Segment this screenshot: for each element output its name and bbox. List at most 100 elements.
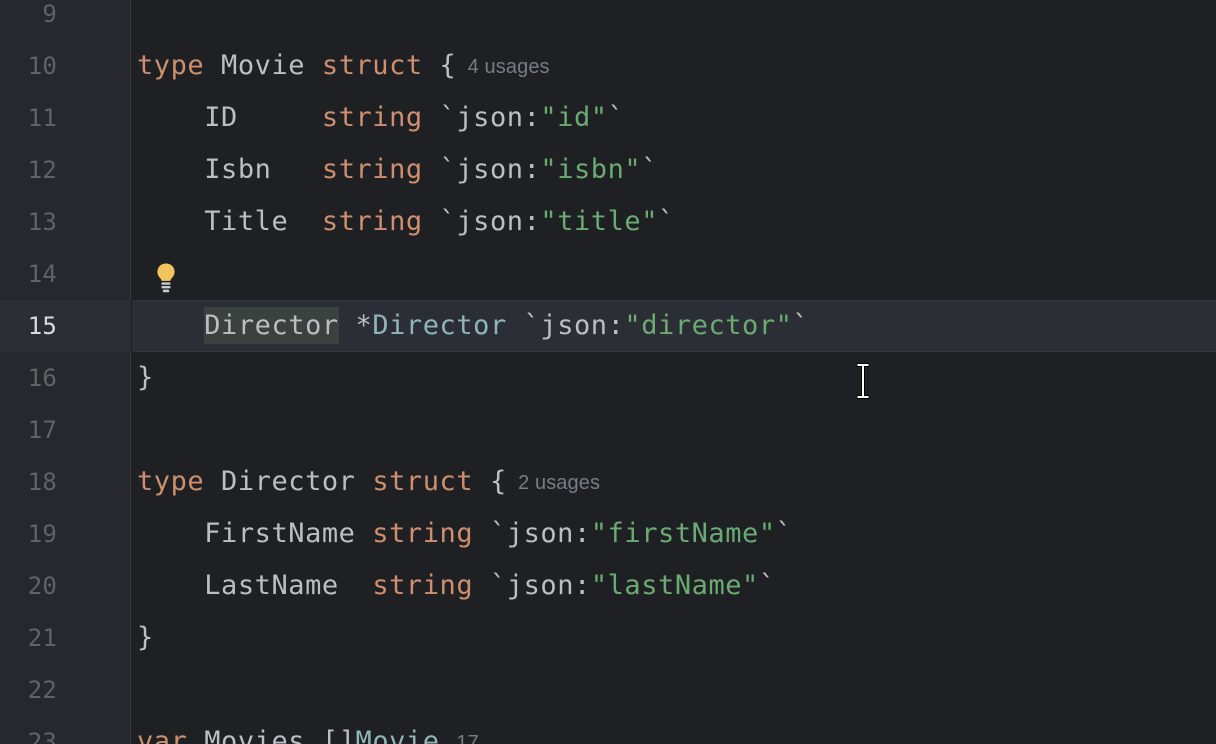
editor-text-area[interactable]: type Movie struct { 4 usages ID string `… <box>132 0 1216 744</box>
code-token: "id" <box>540 102 607 133</box>
line-number: 23 <box>28 716 57 744</box>
code-token: "firstName" <box>591 518 776 549</box>
line-number: 11 <box>28 92 57 144</box>
code-token: "lastName" <box>591 570 759 601</box>
gutter-line-21[interactable]: 21 <box>0 612 131 664</box>
code-token: LastName <box>204 570 338 601</box>
editor-gutter[interactable]: 91011121314151617181920212223 <box>0 0 131 744</box>
line-number: 21 <box>28 612 57 664</box>
code-token: `json: <box>440 102 541 133</box>
code-token: Title <box>204 206 288 237</box>
line-number: 10 <box>28 40 57 92</box>
code-token: struct <box>322 50 423 81</box>
code-line-23[interactable]: var Movies []Movie 17 <box>132 716 1216 744</box>
code-line-20[interactable]: LastName string `json:"lastName"` <box>132 560 1216 612</box>
code-token <box>137 154 204 185</box>
code-token: ` <box>759 570 776 601</box>
usages-inlay-hint[interactable]: 4 usages <box>456 56 549 78</box>
code-token: [] <box>322 726 356 744</box>
usages-inlay-hint[interactable]: 2 usages <box>507 472 600 494</box>
line-number: 20 <box>28 560 57 612</box>
line-number: 17 <box>28 404 57 456</box>
line-number: 19 <box>28 508 57 560</box>
code-token <box>423 50 440 81</box>
code-text: FirstName string `json:"firstName"` <box>137 508 792 560</box>
code-token <box>137 102 204 133</box>
identifier-highlight: Director <box>204 307 338 344</box>
code-line-16[interactable]: } <box>132 352 1216 404</box>
code-token <box>423 206 440 237</box>
code-token <box>187 726 204 744</box>
code-token: ` <box>776 518 793 549</box>
code-token <box>271 154 321 185</box>
text-ibeam-cursor <box>854 362 872 400</box>
code-text: Isbn string `json:"isbn"` <box>137 144 658 196</box>
gutter-line-20[interactable]: 20 <box>0 560 131 612</box>
gutter-line-16[interactable]: 16 <box>0 352 131 404</box>
code-token: `json: <box>524 310 625 341</box>
code-text: } <box>137 612 154 664</box>
gutter-line-15[interactable]: 15 <box>0 300 131 352</box>
code-token: Movie <box>356 726 440 744</box>
code-token <box>507 310 524 341</box>
code-line-13[interactable]: Title string `json:"title"` <box>132 196 1216 248</box>
gutter-line-19[interactable]: 19 <box>0 508 131 560</box>
code-token: struct <box>372 466 473 497</box>
code-line-10[interactable]: type Movie struct { 4 usages <box>132 40 1216 92</box>
code-token <box>423 154 440 185</box>
code-token: FirstName <box>204 518 355 549</box>
gutter-line-14[interactable]: 14 <box>0 248 131 300</box>
code-token <box>473 466 490 497</box>
code-line-15[interactable]: Director *Director `json:"director"` <box>132 300 1216 352</box>
code-token: "director" <box>624 310 792 341</box>
code-token <box>137 518 204 549</box>
code-token <box>204 50 221 81</box>
code-token: `json: <box>490 570 591 601</box>
line-number: 22 <box>28 664 57 716</box>
code-token <box>137 206 204 237</box>
usages-inlay-hint[interactable]: 17 <box>456 732 478 744</box>
code-token: string <box>322 154 423 185</box>
line-number: 9 <box>42 0 57 40</box>
code-text: LastName string `json:"lastName"` <box>137 560 776 612</box>
line-number: 14 <box>28 248 57 300</box>
gutter-line-17[interactable]: 17 <box>0 404 131 456</box>
gutter-line-18[interactable]: 18 <box>0 456 131 508</box>
code-token: string <box>372 518 473 549</box>
code-line-22[interactable] <box>132 664 1216 716</box>
code-token: { <box>490 466 507 497</box>
gutter-line-13[interactable]: 13 <box>0 196 131 248</box>
code-token: { <box>440 50 457 81</box>
code-token <box>137 570 204 601</box>
gutter-line-22[interactable]: 22 <box>0 664 131 716</box>
code-token: Director <box>221 466 355 497</box>
code-line-12[interactable]: Isbn string `json:"isbn"` <box>132 144 1216 196</box>
code-token: string <box>372 570 473 601</box>
code-text: type Movie struct { 4 usages <box>137 40 550 92</box>
lightbulb-intention-icon[interactable] <box>153 262 179 294</box>
gutter-line-10[interactable]: 10 <box>0 40 131 92</box>
code-token <box>440 726 457 744</box>
code-text: type Director struct { 2 usages <box>137 456 600 508</box>
code-editor[interactable]: 91011121314151617181920212223 type Movie… <box>0 0 1216 744</box>
code-line-17[interactable] <box>132 404 1216 456</box>
gutter-line-23[interactable]: 23 <box>0 716 131 744</box>
code-token: "title" <box>540 206 658 237</box>
code-line-21[interactable]: } <box>132 612 1216 664</box>
gutter-line-12[interactable]: 12 <box>0 144 131 196</box>
code-line-9[interactable] <box>132 0 1216 40</box>
code-line-19[interactable]: FirstName string `json:"firstName"` <box>132 508 1216 560</box>
code-line-11[interactable]: ID string `json:"id"` <box>132 92 1216 144</box>
gutter-line-9[interactable]: 9 <box>0 0 131 40</box>
code-text: var Movies []Movie 17 <box>137 716 479 744</box>
code-token: type <box>137 50 204 81</box>
code-token: } <box>137 622 154 653</box>
code-line-14[interactable] <box>132 248 1216 300</box>
gutter-line-11[interactable]: 11 <box>0 92 131 144</box>
code-token: var <box>137 726 187 744</box>
code-token <box>423 102 440 133</box>
code-token <box>473 518 490 549</box>
code-line-18[interactable]: type Director struct { 2 usages <box>132 456 1216 508</box>
code-token: `json: <box>490 518 591 549</box>
code-token: Isbn <box>204 154 271 185</box>
